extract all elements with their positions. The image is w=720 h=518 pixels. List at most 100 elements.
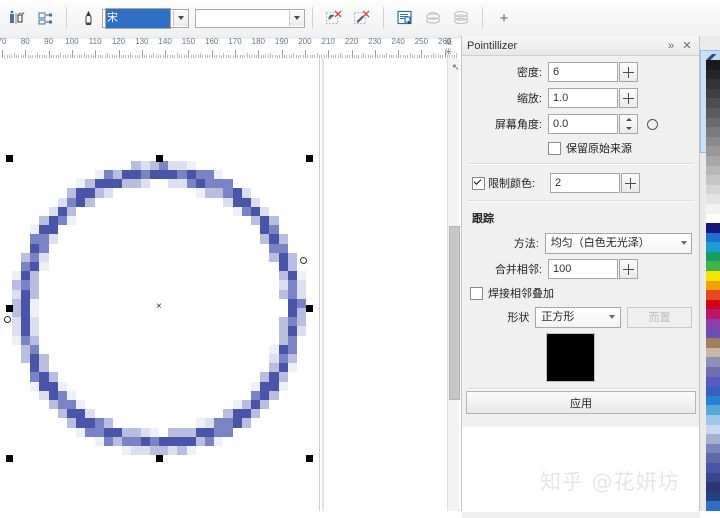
selection-handle[interactable]	[305, 155, 313, 163]
limit-colors-stepper[interactable]	[621, 173, 640, 193]
palette-swatch[interactable]	[706, 386, 720, 396]
collapse-icon[interactable]: »	[663, 38, 679, 54]
combine-shapes-icon[interactable]	[421, 6, 445, 30]
palette-swatch[interactable]	[706, 251, 720, 262]
palette-swatch[interactable]	[706, 69, 720, 80]
chevron-down-icon[interactable]	[605, 315, 620, 319]
palette-swatch[interactable]	[706, 424, 720, 435]
palette-swatch[interactable]	[706, 290, 720, 300]
palette-swatch[interactable]	[706, 501, 720, 511]
palette-swatch[interactable]	[706, 194, 720, 204]
font-family-combo[interactable]: 宋	[102, 7, 189, 29]
palette-swatch[interactable]	[706, 299, 720, 310]
remove-fill-icon[interactable]	[322, 6, 346, 30]
palette-swatch[interactable]	[706, 155, 720, 166]
palette-swatch[interactable]	[706, 127, 720, 137]
screen-angle-value[interactable]: 0.0	[549, 116, 617, 133]
density-input[interactable]: 6	[548, 62, 618, 82]
keep-original-checkbox[interactable]	[548, 141, 561, 155]
palette-swatch[interactable]	[706, 271, 720, 281]
palette-swatch[interactable]	[706, 434, 720, 444]
palette-swatch[interactable]	[706, 146, 720, 156]
palette-swatch[interactable]	[706, 472, 720, 483]
convert-to-curves-icon[interactable]	[33, 6, 57, 30]
density-value[interactable]: 6	[549, 64, 617, 81]
angle-dial-icon[interactable]	[647, 118, 658, 130]
palette-swatch[interactable]	[706, 136, 720, 147]
palette-swatch[interactable]	[706, 60, 720, 70]
palette-swatch[interactable]	[706, 328, 720, 339]
selection-handle[interactable]	[156, 155, 163, 163]
palette-swatch[interactable]	[706, 309, 720, 320]
limit-colors-checkbox[interactable]	[472, 176, 485, 190]
selection-handle[interactable]	[6, 305, 14, 312]
add-toolbar-item-icon[interactable]: +	[492, 6, 516, 30]
palette-swatch[interactable]	[706, 117, 720, 128]
color-palette[interactable]	[706, 60, 720, 511]
remove-outline-icon[interactable]	[350, 6, 374, 30]
limit-colors-value[interactable]: 2	[551, 175, 619, 192]
shape-select[interactable]: 正方形	[535, 306, 621, 328]
palette-swatch[interactable]	[706, 376, 720, 387]
merge-adjacent-value[interactable]: 100	[549, 261, 617, 278]
chevron-down-icon[interactable]	[676, 241, 691, 245]
screen-angle-stepper[interactable]	[619, 114, 638, 134]
merge-adjacent-input[interactable]: 100	[548, 259, 618, 279]
palette-swatch[interactable]	[706, 319, 720, 329]
screen-angle-input[interactable]: 0.0	[548, 114, 618, 134]
palette-swatch[interactable]	[706, 107, 720, 118]
palette-swatch[interactable]	[706, 242, 720, 252]
palette-swatch[interactable]	[706, 414, 720, 425]
palette-swatch[interactable]	[706, 443, 720, 454]
text-properties-icon[interactable]	[393, 6, 417, 30]
palette-swatch[interactable]	[706, 175, 720, 185]
horizontal-ruler[interactable]: 70 80 90 100 110 120 130 140 150 160 170 180 190 200 2…	[0, 36, 460, 59]
chevron-down-icon[interactable]	[289, 10, 304, 26]
density-stepper[interactable]	[619, 62, 638, 82]
chevron-down-icon[interactable]	[173, 10, 188, 26]
shape-node-handle[interactable]	[4, 316, 12, 323]
palette-swatch[interactable]	[706, 347, 720, 358]
palette-swatch[interactable]	[706, 338, 720, 348]
palette-swatch[interactable]	[706, 491, 720, 502]
method-value[interactable]: 均匀（白色无光泽）	[546, 234, 676, 252]
scale-input[interactable]: 1.0	[548, 88, 618, 108]
shape-color-swatch[interactable]	[546, 333, 595, 382]
drawing-canvas[interactable]: ×	[1, 58, 460, 511]
palette-swatch[interactable]	[706, 405, 720, 415]
scale-value[interactable]: 1.0	[549, 90, 617, 107]
method-select[interactable]: 均匀（白色无光泽）	[544, 232, 692, 254]
palette-swatch[interactable]	[706, 88, 720, 99]
palette-swatch[interactable]	[706, 203, 720, 214]
palette-swatch[interactable]	[706, 184, 720, 195]
palette-swatch[interactable]	[706, 367, 720, 377]
font-family-value[interactable]: 宋	[103, 7, 173, 29]
palette-swatch[interactable]	[706, 79, 720, 89]
palette-swatch[interactable]	[706, 232, 720, 243]
palette-swatch[interactable]	[706, 165, 720, 176]
selection-handle[interactable]	[6, 155, 14, 163]
selection-handle[interactable]	[156, 454, 163, 462]
weld-overlap-checkbox[interactable]	[470, 286, 483, 300]
palette-swatch[interactable]	[706, 395, 720, 406]
canvas-vertical-scrollbar[interactable]	[447, 58, 460, 511]
palette-swatch[interactable]	[706, 482, 720, 492]
palette-swatch[interactable]	[706, 213, 720, 224]
merge-adjacent-stepper[interactable]	[619, 259, 638, 279]
palette-swatch[interactable]	[706, 280, 720, 291]
selection-handle[interactable]	[305, 305, 313, 312]
scrollbar-thumb[interactable]	[449, 226, 460, 400]
palette-swatch[interactable]	[706, 357, 720, 367]
font-size-combo[interactable]	[195, 8, 305, 28]
shape-node-handle[interactable]	[299, 257, 307, 265]
scale-stepper[interactable]	[619, 88, 638, 108]
selection-handle[interactable]	[6, 454, 14, 462]
close-icon[interactable]: ✕	[679, 38, 695, 54]
palette-swatch[interactable]	[706, 261, 720, 272]
palette-swatch[interactable]	[706, 223, 720, 233]
selection-handle[interactable]	[305, 454, 313, 462]
convert-outline-to-object-icon[interactable]	[5, 6, 29, 30]
shape-value[interactable]: 正方形	[536, 308, 605, 326]
palette-swatch[interactable]	[706, 453, 720, 463]
limit-colors-input[interactable]: 2	[550, 173, 620, 193]
